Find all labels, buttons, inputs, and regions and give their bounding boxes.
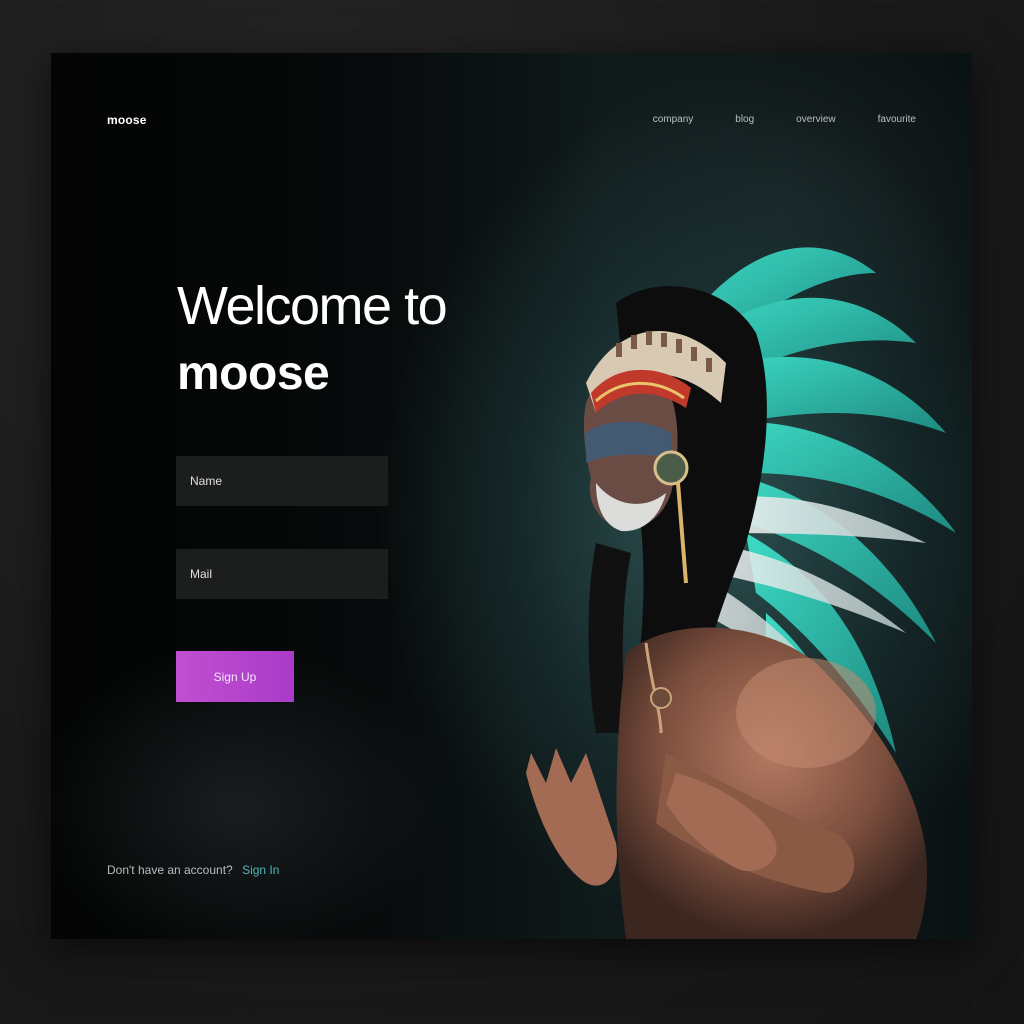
account-prompt-text: Don't have an account? — [107, 863, 233, 877]
nav-item-company[interactable]: company — [653, 114, 694, 125]
nav-item-blog[interactable]: blog — [735, 114, 754, 125]
hero-heading: Welcome to — [177, 276, 448, 336]
page-backdrop: moose company blog overview favourite We… — [0, 0, 1024, 1024]
landing-page: moose company blog overview favourite We… — [51, 53, 972, 939]
top-navigation: company blog overview favourite — [653, 114, 916, 125]
sign-up-button[interactable]: Sign Up — [176, 651, 294, 702]
brand-logo[interactable]: moose — [107, 113, 147, 127]
nav-item-overview[interactable]: overview — [796, 114, 835, 125]
mail-field[interactable] — [176, 549, 388, 599]
hero-brand-heading: moose — [177, 347, 330, 400]
account-prompt: Don't have an account? Sign In — [107, 863, 279, 877]
sign-in-link[interactable]: Sign In — [242, 863, 279, 877]
nav-item-favourite[interactable]: favourite — [878, 114, 916, 125]
name-field[interactable] — [176, 456, 388, 506]
hero-portrait-image — [526, 247, 956, 939]
